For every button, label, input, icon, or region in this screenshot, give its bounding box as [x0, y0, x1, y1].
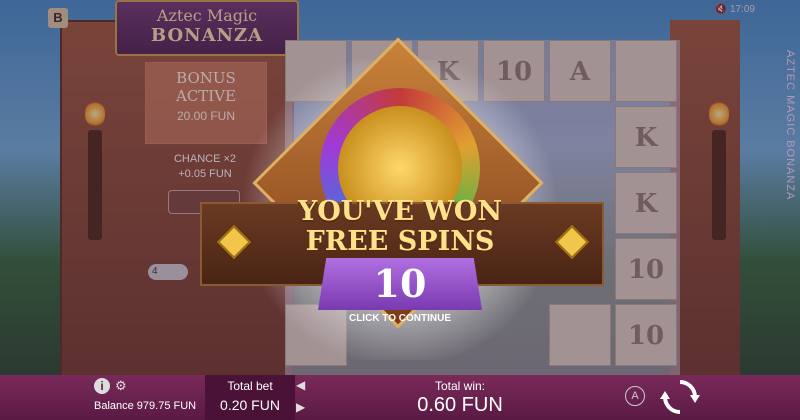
gear-icon[interactable]: ⚙: [115, 378, 127, 394]
total-win-label: Total win:: [434, 379, 486, 393]
popup-title-line-1: YOU'VE WON: [297, 196, 503, 227]
total-bet-label: Total bet: [227, 379, 273, 393]
free-spins-count: 10: [373, 261, 427, 306]
info-icon[interactable]: i: [94, 378, 110, 394]
popup-title-line-2: FREE SPINS: [305, 226, 495, 257]
total-bet-value: 0.20 FUN: [220, 397, 280, 413]
total-win-value: 0.60 FUN: [417, 394, 503, 416]
autoplay-button[interactable]: A: [625, 386, 645, 406]
click-to-continue[interactable]: CLICK TO CONTINUE: [300, 313, 500, 324]
bet-decrease-icon[interactable]: ◀: [296, 378, 305, 392]
spin-button-icon[interactable]: [660, 377, 700, 417]
balance: Balance 979.75 FUN: [94, 400, 197, 412]
bet-increase-icon[interactable]: ▶: [296, 400, 305, 414]
